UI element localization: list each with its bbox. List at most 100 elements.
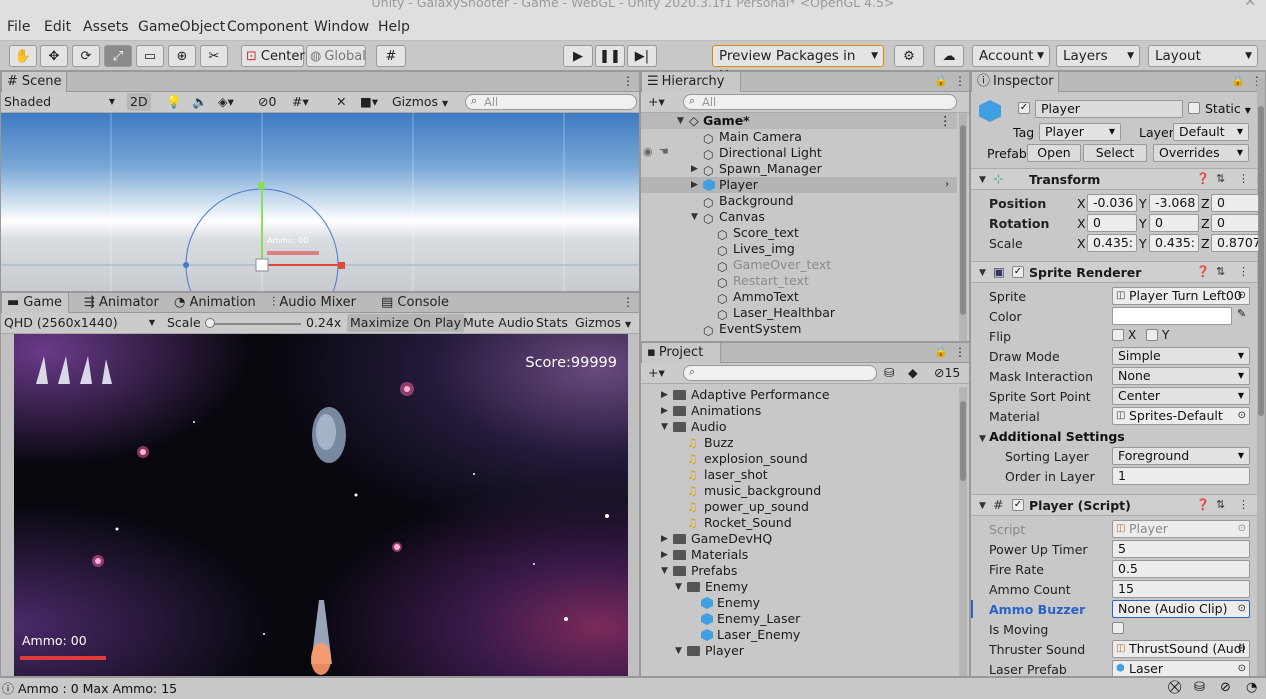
scene-viewport[interactable]: Ammo: 00 [1,113,639,291]
scale-tool-icon[interactable]: ⤢ [104,45,132,67]
gizmos-dropdown[interactable]: Gizmos ▼ [572,314,638,332]
hierarchy-item[interactable]: ⬡ AmmoText [641,289,957,305]
account-dropdown[interactable]: Account [972,45,1050,67]
project-item[interactable]: ♫ explosion_sound [641,451,957,467]
inspector-scrollbar[interactable] [1257,78,1265,676]
cloud-icon[interactable]: ☁ [934,45,964,67]
custom-tool-icon[interactable]: ✂ [200,45,228,67]
grid-snap-icon[interactable]: # [376,45,406,67]
rect-tool-icon[interactable]: ▭ [136,45,164,67]
hierarchy-search-input[interactable]: All [683,94,957,110]
filter-label-icon[interactable]: ◆ [905,364,921,382]
project-item[interactable]: ▶ Materials [641,547,957,563]
preview-packages-dropdown[interactable]: Preview Packages in Use [712,45,884,84]
presets-icon[interactable]: ⇅ [1216,265,1225,278]
tab-console[interactable]: ▤ Console [376,293,454,313]
add-icon[interactable]: +▾ [645,93,668,111]
shading-dropdown[interactable]: Shaded ▼ [1,93,119,111]
tools-icon[interactable]: ✕ [333,93,349,111]
menu-component[interactable]: Component [227,19,308,35]
project-item[interactable]: ▶ GameDevHQ [641,531,957,547]
step-button[interactable]: ▶| [627,45,657,67]
object-picker-icon[interactable]: ⊙ [1238,661,1246,676]
sprite-renderer-dropdown[interactable]: None [1112,367,1250,385]
more-options-icon[interactable]: ⋮ [954,345,966,359]
project-item[interactable]: ▼ Prefabs [641,563,957,579]
project-item[interactable]: ♫ laser_shot [641,467,957,483]
static-checkbox[interactable] [1188,102,1200,114]
stats-toggle[interactable]: Stats [533,314,571,332]
expand-arrow-icon[interactable]: ▼ [661,419,668,435]
hierarchy-item[interactable]: ⬡ Laser_Healthbar [641,305,957,321]
flip-x-checkbox[interactable] [1112,329,1124,341]
layers-dropdown[interactable]: Layers [1056,45,1140,67]
mute-audio-toggle[interactable]: Mute Audio [460,314,537,332]
project-item[interactable]: ▶ Adaptive Performance [641,387,957,403]
more-options-icon[interactable]: ⋮ [622,74,634,88]
eyedropper-icon[interactable]: ✎ [1237,307,1246,320]
rotation-y-field[interactable]: 0 [1149,214,1199,232]
rotation-z-field[interactable]: 0 [1211,214,1259,232]
menu-window[interactable]: Window [314,19,369,35]
sprite-renderer-header[interactable]: ▼ ▣ ✓ Sprite Renderer ❓ ⇅ ⋮ [971,261,1265,283]
menu-edit[interactable]: Edit [44,19,71,35]
presets-icon[interactable]: ⇅ [1216,498,1225,511]
add-icon[interactable]: +▾ [645,364,668,382]
sprite-renderer-dropdown[interactable]: Simple [1112,347,1250,365]
tab-game[interactable]: ▬ Game [1,293,69,313]
player-script-number-field[interactable]: 15 [1112,580,1250,598]
object-reference-field[interactable]: ◫ Player Turn Left00 ⊙ [1112,287,1250,305]
global-space-button[interactable]: ◍ Global [306,45,366,67]
hierarchy-item[interactable]: ⬡ Main Camera [641,129,957,145]
position-z-field[interactable]: 0 [1211,194,1259,212]
expand-arrow-icon[interactable]: ▼ [691,209,698,225]
object-reference-field[interactable]: ◫ Player ⊙ [1112,520,1250,538]
tab-scene[interactable]: # Scene [1,72,67,92]
menu-assets[interactable]: Assets [83,19,129,35]
expand-arrow-icon[interactable]: ▼ [675,579,682,595]
gizmos-dropdown[interactable]: Gizmos ▼ [389,93,455,111]
menu-help[interactable]: Help [378,19,410,35]
close-window-icon[interactable]: ✕ [1244,0,1256,10]
prefab-open-button[interactable]: Open [1027,144,1081,162]
project-item[interactable]: ▼ Audio [641,419,957,435]
sorting-layer-dropdown[interactable]: Foreground [1112,447,1250,465]
order-in-layer-field[interactable]: 1 [1112,467,1250,485]
lock-icon[interactable]: 🔒 [934,74,948,87]
transform-tool-icon[interactable]: ⊕ [168,45,196,67]
more-options-icon[interactable]: ⋮ [939,113,952,128]
is-moving-checkbox[interactable] [1112,622,1124,634]
scale-y-field[interactable]: 0.435: [1149,234,1199,252]
hierarchy-item[interactable]: ▼ ⬡ Canvas [641,209,957,225]
scene-search-input[interactable]: All [465,94,637,110]
menu-gameobject[interactable]: GameObject [138,19,225,35]
scale-z-field[interactable]: 0.8707 [1211,234,1259,252]
project-scrollbar[interactable] [959,387,967,676]
menu-file[interactable]: File [7,19,30,35]
player-script-header[interactable]: ▼ # ✓ Player (Script) ❓ ⇅ ⋮ [971,494,1265,516]
filter-type-icon[interactable]: ⛁ [881,364,897,382]
game-viewport[interactable]: Score:99999 Ammo: 00 [14,334,628,676]
lock-icon[interactable]: 🔒 [1231,74,1245,87]
flip-y-checkbox[interactable] [1146,329,1158,341]
hierarchy-scrollbar[interactable] [959,113,967,341]
progress-icon[interactable]: ◔ [1246,680,1257,695]
expand-arrow-icon[interactable]: ▶ [661,387,668,403]
audio-icon[interactable]: 🔈 [189,93,211,111]
project-item[interactable]: ♫ music_background [641,483,957,499]
scale-slider-track[interactable] [209,323,301,325]
tab-animation[interactable]: ◔ Animation [169,293,261,313]
scale-slider-handle[interactable] [205,318,215,328]
project-item[interactable]: ♫ power_up_sound [641,499,957,515]
expand-arrow-icon[interactable]: ▶ [661,531,668,547]
object-picker-icon[interactable]: ⊙ [1238,408,1246,424]
project-item[interactable]: Laser_Enemy [641,627,957,643]
project-item[interactable]: Enemy_Laser [641,611,957,627]
layer-dropdown[interactable]: Default [1173,123,1249,141]
2d-toggle[interactable]: 2D [127,93,151,111]
object-picker-icon[interactable]: ⊙ [1238,601,1246,617]
more-options-icon[interactable]: ⋮ [954,74,966,88]
move-tool-icon[interactable]: ✥ [40,45,68,67]
object-picker-icon[interactable]: ⊙ [1238,641,1246,657]
rotation-x-field[interactable]: 0 [1087,214,1137,232]
